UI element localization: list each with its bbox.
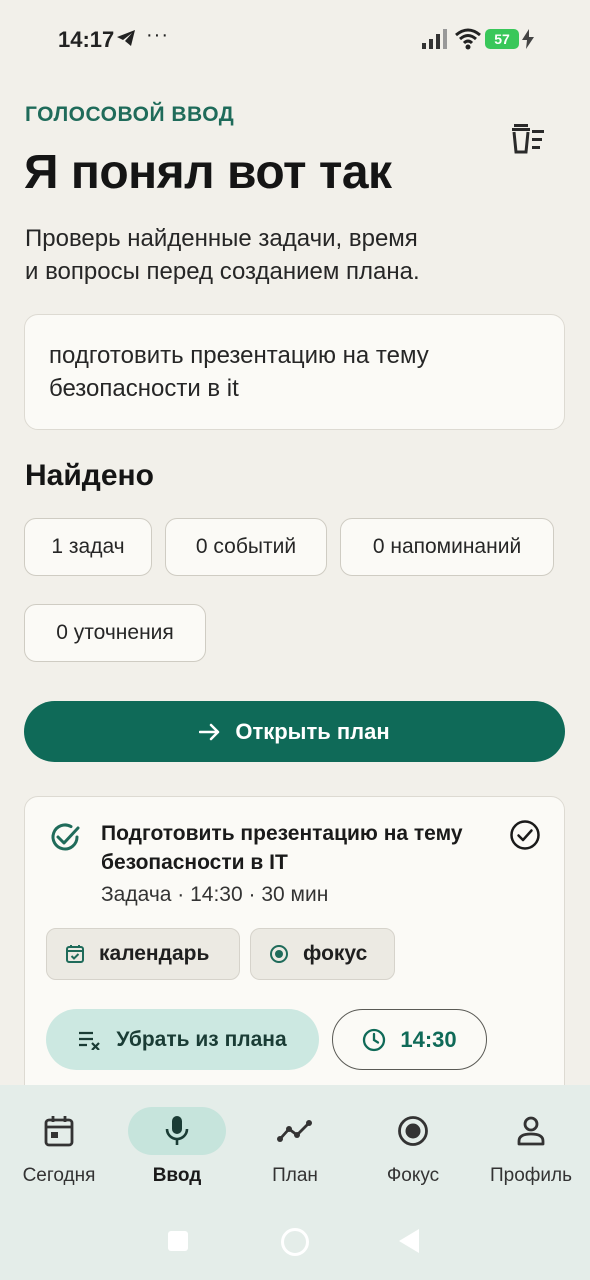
events-count-chip[interactable]: 0 событий [165,518,327,576]
clarifications-count-chip[interactable]: 0 уточнения [24,604,206,662]
active-pill [128,1107,226,1155]
calendar-check-icon [66,945,84,963]
calendar-tag[interactable]: календарь [46,928,240,980]
clock-icon [363,1028,386,1051]
open-plan-label: Открыть план [235,718,390,744]
focus-tag[interactable]: фокус [250,928,395,980]
remove-from-plan-label: Убрать из плана [116,1027,287,1051]
status-bar: 14:17 ··· 57 [0,0,590,80]
tasks-count-chip[interactable]: 1 задач [24,518,152,576]
calendar-icon [44,1116,74,1147]
calendar-tag-label: календарь [99,942,210,965]
transcript-line: безопасности в it [49,375,239,402]
found-heading: Найдено [25,459,154,492]
wifi-icon [455,28,481,50]
check-circle-icon[interactable] [509,819,541,851]
radio-target-icon [270,945,288,963]
person-icon [517,1116,545,1146]
playlist-remove-icon [79,1031,101,1050]
task-done-icon [51,823,80,851]
page-title: Я понял вот так [24,146,392,199]
task-time-button[interactable]: 14:30 [332,1009,487,1070]
task-card[interactable]: Подготовить презентацию на тему безопасн… [24,796,565,1116]
target-icon [398,1116,428,1146]
mic-icon [165,1116,189,1145]
charging-bolt-icon [522,29,534,49]
task-title-line: Подготовить презентацию на тему [101,822,463,845]
nav-label: Фокус [386,1165,440,1186]
section-eyebrow: ГОЛОСОВОЙ ВВОД [25,103,235,126]
transcript-card[interactable]: подготовить презентацию на тему безопасн… [24,314,565,430]
status-more-dots: ··· [146,24,169,46]
subtitle-line: и вопросы перед созданием плана. [25,258,420,285]
nav-label: Профиль [489,1165,573,1186]
status-time: 14:17 [58,27,115,52]
telegram-icon [117,30,135,46]
arrow-right-icon [199,723,220,740]
task-title-line: безопасности в IT [101,851,288,874]
nav-label: План [272,1165,318,1186]
focus-tag-label: фокус [303,942,368,965]
task-time-label: 14:30 [400,1026,457,1052]
task-meta: Задача · 14:30 · 30 мин [101,883,329,906]
trend-icon [277,1120,312,1142]
bottom-nav: Сегодня Ввод План Фокус Профиль [0,1085,590,1200]
task-title: Подготовить презентацию на тему безопасн… [101,819,501,877]
recents-button[interactable] [168,1231,188,1251]
transcript-line: подготовить презентацию на тему [49,342,429,369]
nav-item-plan[interactable]: План [236,1085,354,1200]
signal-icon [422,29,447,49]
remove-from-plan-button[interactable]: Убрать из плана [46,1009,319,1070]
battery-indicator: 57 [485,29,519,49]
nav-item-input[interactable]: Ввод [118,1085,236,1200]
page-subtitle: Проверь найденные задачи, время и вопрос… [25,222,545,288]
back-icon[interactable] [398,1228,420,1254]
nav-label: Ввод [152,1165,202,1186]
system-nav-bar [0,1200,590,1280]
nav-label: Сегодня [22,1165,96,1186]
reminders-count-chip[interactable]: 0 напоминаний [340,518,554,576]
nav-item-focus[interactable]: Фокус [354,1085,472,1200]
nav-item-profile[interactable]: Профиль [472,1085,590,1200]
clear-list-icon[interactable] [510,122,548,156]
subtitle-line: Проверь найденные задачи, время [25,225,418,252]
home-button[interactable] [281,1228,309,1256]
open-plan-button[interactable]: Открыть план [24,701,565,762]
nav-item-today[interactable]: Сегодня [0,1085,118,1200]
